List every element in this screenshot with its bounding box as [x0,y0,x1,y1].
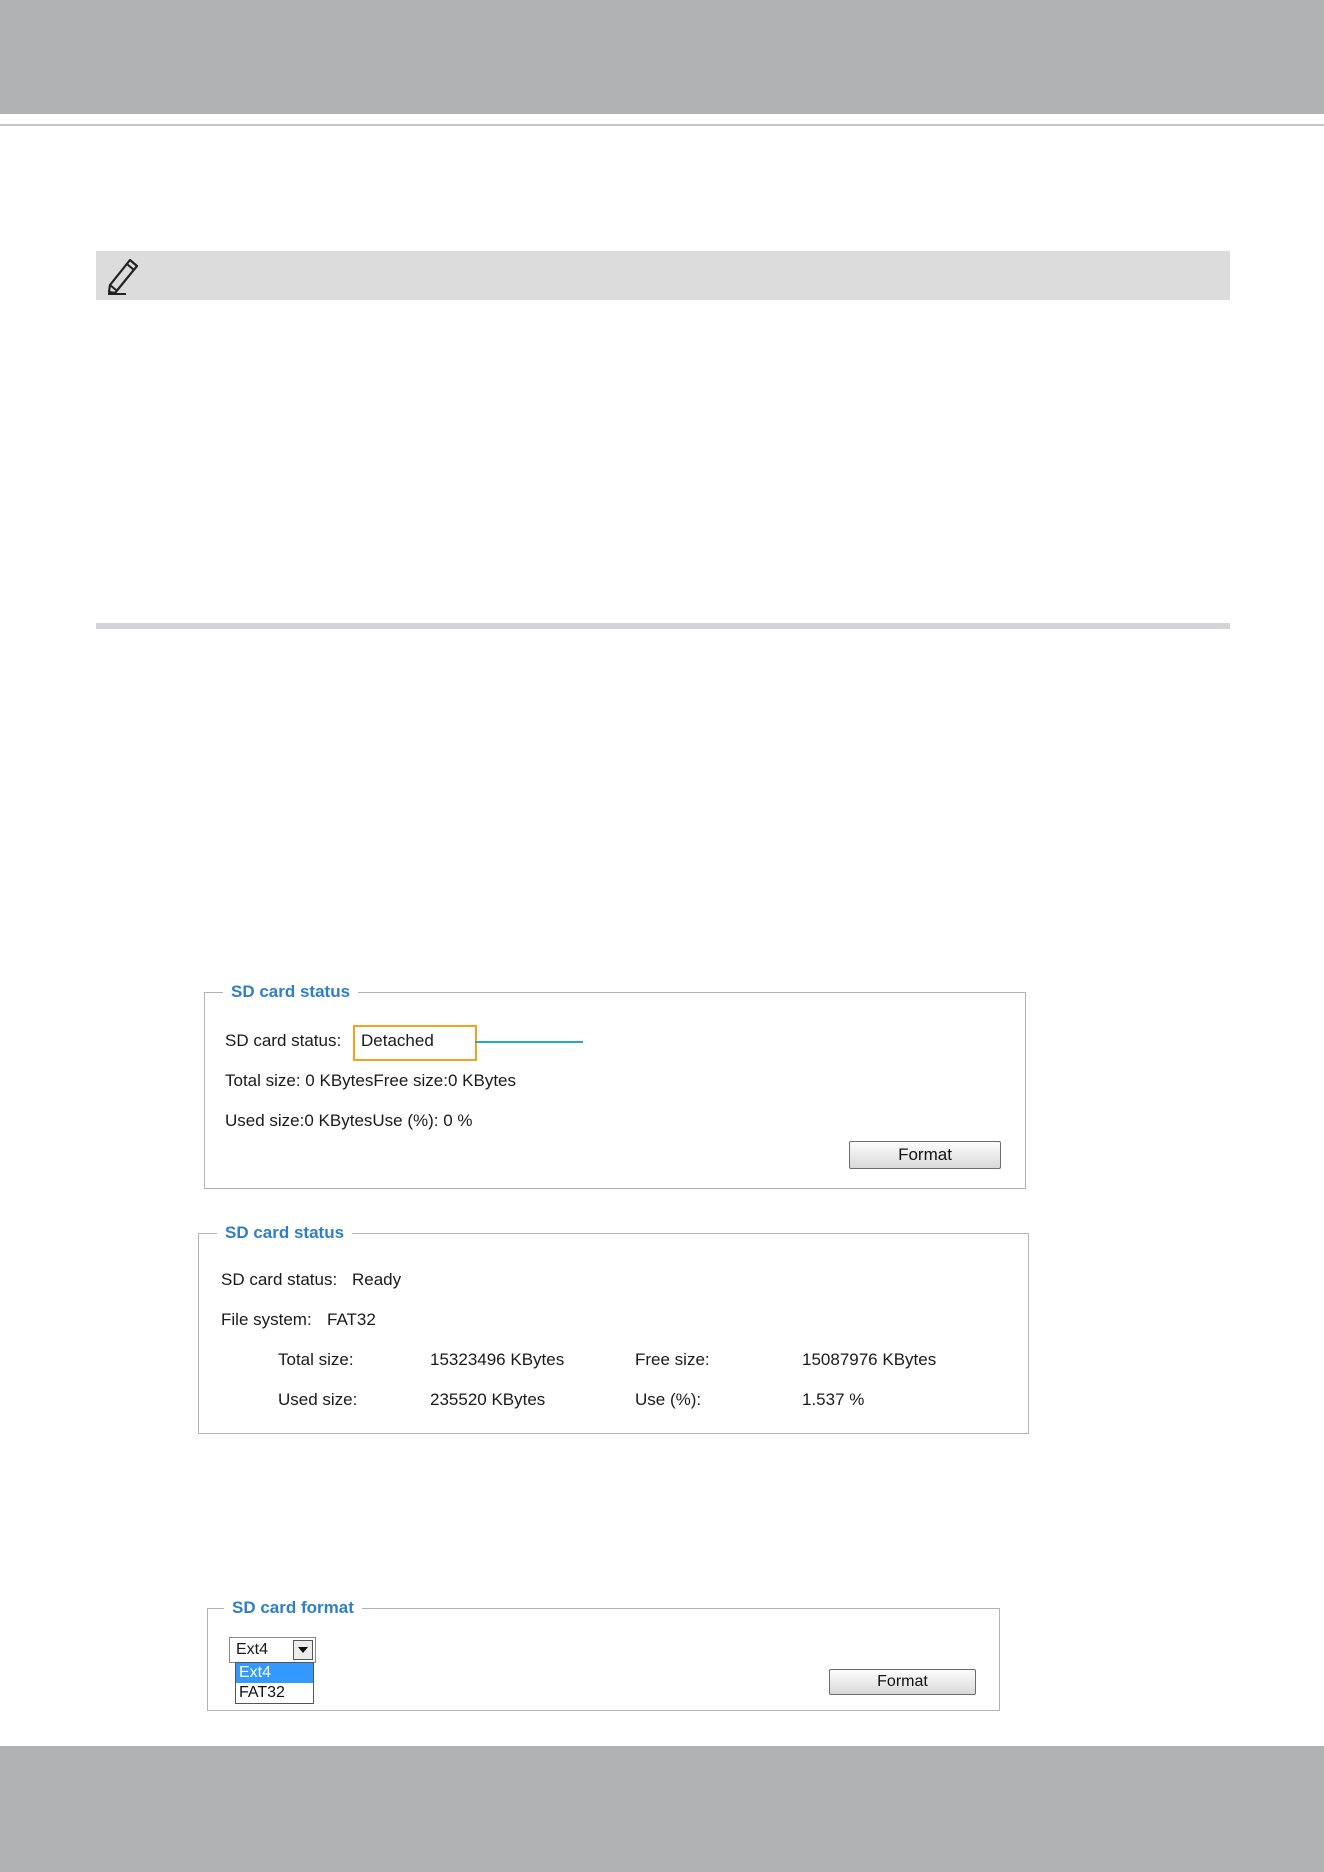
filesystem-label: File system: [221,1310,312,1329]
note-bar [96,251,1230,300]
panel-legend: SD card status [217,1221,353,1245]
sd-card-status-panel-ready: SD card status SD card status: Ready Fil… [198,1221,1029,1434]
header-band [0,0,1324,114]
callout-line [475,1041,583,1043]
used-size-label: Used size: [278,1390,358,1409]
status-value: Ready [352,1270,402,1289]
filesystem-select[interactable]: Ext4 [229,1637,316,1663]
free-size-label: Free size: [635,1350,710,1369]
header-rule [0,124,1324,126]
panel-legend: SD card format [224,1596,362,1620]
filesystem-dropdown-list: Ext4 FAT32 [235,1662,314,1704]
dropdown-option-ext4[interactable]: Ext4 [236,1663,313,1683]
dropdown-option-fat32[interactable]: FAT32 [236,1683,313,1703]
free-size-value: 15087976 KBytes [802,1350,937,1369]
total-size-label: Total size: [278,1350,354,1369]
chevron-down-icon[interactable] [293,1640,313,1660]
sd-card-format-panel: SD card format Ext4 Ext4 FAT32 Format [207,1596,1000,1711]
status-label: SD card status: [221,1270,338,1289]
footer-band [0,1746,1324,1872]
format-button[interactable]: Format [849,1141,1001,1169]
use-percent-label: Use (%): [635,1390,702,1409]
total-size-value: 15323496 KBytes [430,1350,565,1369]
used-info-line: Used size:0 KBytesUse (%): 0 % [225,1111,473,1130]
size-info-line: Total size: 0 KBytesFree size:0 KBytes [225,1071,517,1090]
status-value: Detached [361,1031,434,1050]
used-size-value: 235520 KBytes [430,1390,546,1409]
format-button[interactable]: Format [829,1669,976,1695]
panel-legend: SD card status [223,980,359,1004]
filesystem-value: FAT32 [327,1310,376,1329]
select-value: Ext4 [236,1641,269,1658]
section-divider [96,623,1230,629]
use-percent-value: 1.537 % [802,1390,865,1409]
pencil-icon [107,258,139,295]
status-label: SD card status: [225,1031,342,1050]
sd-card-status-panel-detached: SD card status SD card status: Detached … [204,980,1026,1189]
